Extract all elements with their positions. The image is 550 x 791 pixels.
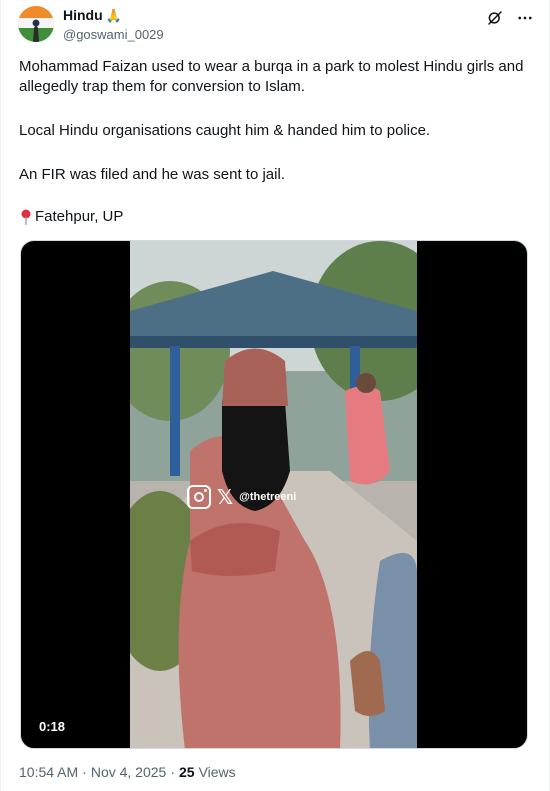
pin-icon bbox=[21, 209, 31, 225]
video-watermark: 𝕏 @thetreeni bbox=[187, 485, 296, 509]
meta-separator: · bbox=[82, 764, 87, 780]
tweet-date[interactable]: Nov 4, 2025 bbox=[91, 764, 167, 780]
tweet-time[interactable]: 10:54 AM bbox=[19, 764, 78, 780]
video-duration: 0:18 bbox=[33, 717, 72, 736]
meta-separator: · bbox=[170, 764, 175, 780]
x-logo-icon: 𝕏 bbox=[217, 485, 234, 509]
grok-icon[interactable] bbox=[485, 8, 505, 28]
instagram-icon bbox=[187, 485, 211, 509]
tweet-text-paragraph-2: Local Hindu organisations caught him & h… bbox=[19, 122, 431, 139]
author-avatar[interactable] bbox=[18, 6, 54, 42]
watermark-handle: @thetreeni bbox=[239, 491, 297, 503]
folded-hands-emoji: 🙏 bbox=[105, 7, 122, 23]
author-display-name[interactable]: Hindu bbox=[63, 7, 103, 23]
more-icon[interactable] bbox=[515, 8, 535, 28]
views-count[interactable]: 25 bbox=[179, 764, 195, 780]
avatar-image bbox=[18, 6, 54, 42]
tweet-meta: 10:54 AM · Nov 4, 2025 · 25 Views bbox=[19, 764, 236, 780]
views-label[interactable]: Views bbox=[199, 764, 236, 780]
author-name-row[interactable]: Hindu 🙏 bbox=[63, 7, 122, 23]
tweet-card: Hindu 🙏 @goswami_0029 Mohammad Faizan us… bbox=[0, 0, 550, 791]
video-player[interactable]: 𝕏 @thetreeni 0:18 bbox=[20, 240, 528, 749]
tweet-text-paragraph-1: Mohammad Faizan used to wear a burqa in … bbox=[19, 58, 524, 95]
location-text: Fatehpur, UP bbox=[35, 208, 124, 225]
tweet-text-paragraph-3: An FIR was filed and he was sent to jail… bbox=[19, 166, 285, 183]
tweet-location: Fatehpur, UP bbox=[19, 207, 534, 227]
author-handle[interactable]: @goswami_0029 bbox=[63, 27, 164, 42]
header-actions bbox=[485, 8, 535, 28]
